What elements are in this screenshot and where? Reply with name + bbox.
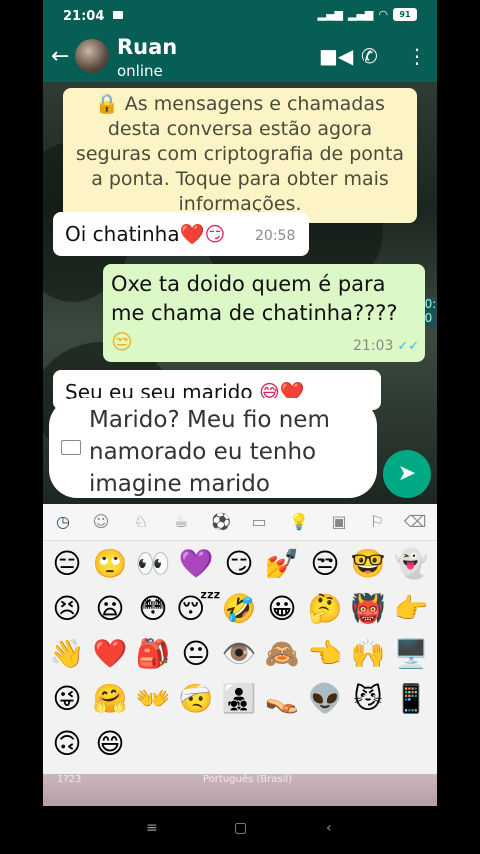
emoji-key[interactable]: 😒 — [305, 544, 345, 584]
emoji-key[interactable]: ❤️ — [90, 634, 130, 674]
emoji-key[interactable]: 💅 — [262, 544, 302, 584]
encryption-notice[interactable]: 🔒 As mensagens e chamadas desta conversa… — [63, 88, 417, 223]
food-icon[interactable]: ☕ — [169, 510, 193, 534]
emoji-key[interactable]: 👽 — [305, 679, 345, 719]
emoji-key[interactable]: 💜 — [176, 544, 216, 584]
emoji-key[interactable]: 😐 — [176, 634, 216, 674]
wifi-icon: ◠ — [378, 8, 388, 21]
emoji-key[interactable]: 🤕 — [176, 679, 216, 719]
emoji-key[interactable]: 👉 — [391, 589, 431, 629]
video-call-icon[interactable]: ■◀ — [319, 44, 353, 68]
emoji-key[interactable]: 👁️ — [219, 634, 259, 674]
menu-icon[interactable]: ≡ — [146, 820, 158, 836]
message-time: 20:58 — [255, 228, 296, 244]
contact-name[interactable]: Ruan — [117, 35, 177, 59]
emoji-key[interactable]: 🙄 — [90, 544, 130, 584]
emoji-key[interactable]: 👻 — [391, 544, 431, 584]
sports-icon[interactable]: ⚽ — [209, 510, 233, 534]
notification-icon — [113, 11, 123, 19]
chat-header: ← Ruan online ■◀ ✆ ⋮ — [43, 32, 437, 82]
emoji-keyboard: ◷ ☺ ♘ ☕ ⚽ ▭ 💡 ▣ ⚐ ⌫ 😑 🙄 👀 💜 😏 💅 😒 🤓 👻 😣 😦 😳 😴 🤣 😀 🤔 👹 👉 👋 ❤… — [43, 504, 437, 806]
message-time: 21:03 — [353, 338, 394, 354]
back-icon[interactable]: ‹ — [326, 820, 332, 836]
status-icons: ▂▄▆ ▂▄▆ ◠ 91 — [318, 8, 417, 21]
message-input[interactable]: Marido? Meu fio nem namorado eu tenho im… — [49, 398, 377, 498]
status-bar: 21:04 ▂▄▆ ▂▄▆ ◠ 91 — [43, 0, 437, 32]
message-bubble-in[interactable]: Oi chatinha❤️😏 20:58 — [53, 212, 309, 256]
more-options-icon[interactable]: ⋮ — [407, 44, 427, 68]
back-arrow-icon[interactable]: ← — [51, 44, 69, 69]
emoji-key[interactable]: 👈 — [305, 634, 345, 674]
emoji-key[interactable]: 😏 — [219, 544, 259, 584]
nav-bar: ≡ ▢ ‹ — [0, 806, 480, 854]
animal-icon[interactable]: ♘ — [129, 510, 153, 534]
phone-call-icon[interactable]: ✆ — [361, 44, 378, 68]
message-bubble-out[interactable]: Oxe ta doido quem é para me chama de cha… — [103, 264, 425, 362]
number-key[interactable]: 1?23 — [57, 774, 81, 785]
emoji-key[interactable]: 🎒 — [133, 634, 173, 674]
flags-icon[interactable]: ⚐ — [365, 510, 389, 534]
emoji-key[interactable]: 👀 — [133, 544, 173, 584]
signal-icon-2: ▂▄▆ — [348, 8, 374, 21]
emoji-key[interactable]: 😼 — [348, 679, 388, 719]
emoji-key[interactable]: 😜 — [47, 679, 87, 719]
emoji-key[interactable]: 😀 — [262, 589, 302, 629]
backspace-icon[interactable]: ⌫ — [403, 510, 427, 534]
emoji-key[interactable]: 😴 — [176, 589, 221, 629]
message-emoji: ❤️😏 — [179, 222, 226, 246]
status-time: 21:04 — [63, 9, 105, 24]
emoji-key[interactable]: 🤓 — [348, 544, 388, 584]
emoji-key[interactable]: 😣 — [47, 589, 87, 629]
emoji-key[interactable]: 😦 — [90, 589, 130, 629]
emoji-key[interactable]: 🤔 — [305, 589, 345, 629]
message-input-text: Marido? Meu fio nem namorado eu tenho im… — [89, 407, 330, 497]
keyboard-bottom-bar: 1?23 Português (Brasil) — [43, 774, 437, 806]
message-text: Oxe ta doido quem é para me chama de cha… — [111, 272, 398, 325]
message-text: Oi chatinha — [65, 222, 180, 246]
emoji-key[interactable]: 😑 — [47, 544, 87, 584]
emoji-key[interactable]: 👡 — [262, 679, 302, 719]
language-spacebar[interactable]: Português (Brasil) — [203, 774, 292, 785]
emoji-key[interactable]: 📱 — [391, 679, 431, 719]
recent-icon[interactable]: ◷ — [51, 510, 75, 534]
emoji-key[interactable]: 🤗 — [90, 679, 130, 719]
battery-icon: 91 — [393, 8, 417, 21]
message-emoji: 😒 — [111, 330, 133, 354]
emoji-key[interactable]: 👐 — [133, 679, 173, 719]
emoji-key[interactable]: 👹 — [348, 589, 388, 629]
emoji-key[interactable]: 👋 — [47, 634, 87, 674]
send-button[interactable]: ➤ — [383, 450, 431, 498]
emoji-key[interactable]: 🙌 — [348, 634, 388, 674]
emoji-key[interactable]: 😄 — [90, 724, 130, 764]
emoji-key[interactable]: 🙃 — [47, 724, 87, 764]
emoji-category-tabs: ◷ ☺ ♘ ☕ ⚽ ▭ 💡 ▣ ⚐ ⌫ — [43, 504, 437, 541]
send-icon: ➤ — [397, 461, 417, 486]
travel-icon[interactable]: ▭ — [247, 510, 271, 534]
home-icon[interactable]: ▢ — [234, 820, 247, 836]
contact-avatar[interactable] — [75, 39, 109, 73]
emoji-key[interactable]: 🙈 — [262, 634, 302, 674]
emoji-key[interactable]: 🖥️ — [391, 634, 431, 674]
signal-icon: ▂▄▆ — [317, 8, 343, 21]
objects-icon[interactable]: 💡 — [287, 510, 311, 534]
symbols-icon[interactable]: ▣ — [327, 510, 351, 534]
phone-screen: 21:04 ▂▄▆ ▂▄▆ ◠ 91 ← Ruan online ■◀ ✆ ⋮ … — [43, 0, 437, 806]
emoji-key[interactable]: 🤣 — [219, 589, 259, 629]
emoji-key[interactable]: 😳 — [133, 589, 173, 629]
contact-status: online — [117, 62, 163, 80]
smiley-icon[interactable]: ☺ — [89, 510, 113, 534]
emoji-key[interactable]: 👨‍👧‍👦 — [219, 679, 259, 719]
keyboard-icon[interactable] — [61, 440, 81, 455]
read-ticks-icon: ✓✓ — [397, 339, 420, 354]
